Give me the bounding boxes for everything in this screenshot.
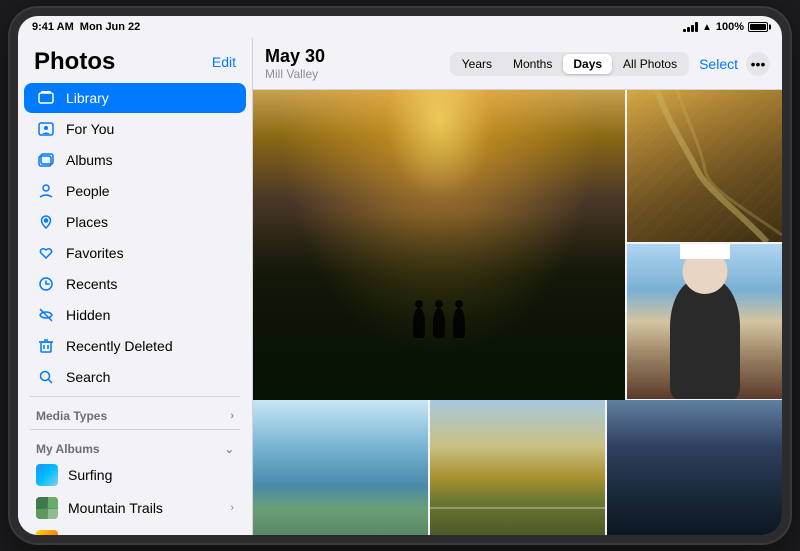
photo-road-cycling[interactable] xyxy=(430,400,605,535)
grid-location: Mill Valley xyxy=(265,67,325,81)
road-svg xyxy=(627,90,782,242)
divider xyxy=(30,396,240,397)
my-albums-chevron[interactable]: ⌄ xyxy=(225,443,234,456)
sidebar-item-recents[interactable]: Recents xyxy=(24,269,246,299)
sidebar: Photos Edit Library xyxy=(18,38,253,535)
sidebar-item-trip-mexico[interactable]: Trip to Mexico City xyxy=(24,525,246,535)
cyclist-1 xyxy=(413,308,425,338)
sidebar-item-recently-deleted[interactable]: Recently Deleted xyxy=(24,331,246,361)
for-you-icon xyxy=(36,119,56,139)
sidebar-item-for-you[interactable]: For You xyxy=(24,114,246,144)
media-types-label: Media Types xyxy=(36,409,107,423)
surfing-thumb xyxy=(36,464,58,486)
sidebar-item-surfing[interactable]: Surfing xyxy=(24,459,246,491)
photo-forest-road[interactable] xyxy=(253,90,625,400)
signal-icon xyxy=(683,22,698,32)
cyclists-overlay xyxy=(413,308,465,338)
cyclist-portrait xyxy=(670,279,740,399)
favorites-icon xyxy=(36,243,56,263)
battery-percent: 100% xyxy=(716,21,744,33)
select-button[interactable]: Select xyxy=(699,56,738,72)
grid-date: May 30 xyxy=(265,46,325,67)
content-area: May 30 Mill Valley Years Months Days All… xyxy=(253,38,782,535)
grid-title-area: May 30 Mill Valley xyxy=(265,46,325,81)
all-photos-button[interactable]: All Photos xyxy=(613,54,687,74)
mountain-chevron: › xyxy=(230,502,234,514)
places-icon xyxy=(36,212,56,232)
sidebar-item-mountain-trails[interactable]: Mountain Trails › xyxy=(24,492,246,524)
people-label: People xyxy=(66,183,234,199)
divider2 xyxy=(30,429,240,430)
main-content: Photos Edit Library xyxy=(18,38,782,535)
sidebar-item-people[interactable]: People xyxy=(24,176,246,206)
battery-icon xyxy=(748,22,768,32)
library-icon xyxy=(36,88,56,108)
favorites-label: Favorites xyxy=(66,245,234,261)
trash-icon xyxy=(36,336,56,356)
for-you-label: For You xyxy=(66,121,234,137)
status-bar-left: 9:41 AM Mon Jun 22 xyxy=(32,21,140,33)
library-label: Library xyxy=(66,90,234,106)
media-types-header[interactable]: Media Types › xyxy=(18,401,252,425)
albums-label: Albums xyxy=(66,152,234,168)
photo-right-col xyxy=(627,90,782,400)
search-icon xyxy=(36,367,56,387)
sidebar-scroll[interactable]: Library For You xyxy=(18,82,252,535)
photo-aerial-road[interactable] xyxy=(627,90,782,242)
mountain-thumb xyxy=(36,497,58,519)
grid-controls: Years Months Days All Photos Select ••• xyxy=(450,52,770,76)
media-types-chevron[interactable]: › xyxy=(230,410,234,422)
trip-mexico-label: Trip to Mexico City xyxy=(68,533,234,535)
grid-top-row xyxy=(253,90,782,400)
my-albums-header[interactable]: My Albums ⌄ xyxy=(18,434,252,458)
photo-coastal[interactable] xyxy=(253,400,428,535)
people-icon xyxy=(36,181,56,201)
grid-bottom-row xyxy=(253,400,782,535)
status-time: 9:41 AM xyxy=(32,21,74,33)
sidebar-item-search[interactable]: Search xyxy=(24,362,246,392)
mexico-thumb xyxy=(36,530,58,535)
sidebar-item-hidden[interactable]: Hidden xyxy=(24,300,246,330)
surfing-label: Surfing xyxy=(68,467,234,483)
photo-night-cycling[interactable] xyxy=(607,400,782,535)
wifi-icon: ▲ xyxy=(702,22,712,33)
cyclist-2 xyxy=(433,308,445,338)
hidden-label: Hidden xyxy=(66,307,234,323)
years-button[interactable]: Years xyxy=(452,54,502,74)
status-bar-right: ▲ 100% xyxy=(683,21,768,33)
mountain-trails-label: Mountain Trails xyxy=(68,500,220,516)
edit-button[interactable]: Edit xyxy=(212,54,236,70)
cyclist-3 xyxy=(453,308,465,338)
grid-header: May 30 Mill Valley Years Months Days All… xyxy=(253,38,782,90)
time-filter: Years Months Days All Photos xyxy=(450,52,689,76)
my-albums-label: My Albums xyxy=(36,442,100,456)
recents-icon xyxy=(36,274,56,294)
recently-deleted-label: Recently Deleted xyxy=(66,338,234,354)
search-label: Search xyxy=(66,369,234,385)
more-button[interactable]: ••• xyxy=(746,52,770,76)
places-label: Places xyxy=(66,214,234,230)
photo-cyclist-portrait[interactable] xyxy=(627,244,782,399)
photos-grid: June 8 Hacienda Heights ••• xyxy=(253,90,782,535)
months-button[interactable]: Months xyxy=(503,54,562,74)
hidden-icon xyxy=(36,305,56,325)
status-date: Mon Jun 22 xyxy=(80,21,141,33)
ipad-frame: 9:41 AM Mon Jun 22 ▲ 100% Photos Edit xyxy=(10,8,790,543)
days-button[interactable]: Days xyxy=(563,54,612,74)
status-bar: 9:41 AM Mon Jun 22 ▲ 100% xyxy=(18,16,782,38)
sidebar-item-places[interactable]: Places xyxy=(24,207,246,237)
sidebar-item-favorites[interactable]: Favorites xyxy=(24,238,246,268)
sidebar-item-albums[interactable]: Albums xyxy=(24,145,246,175)
app-title: Photos xyxy=(34,48,115,76)
recents-label: Recents xyxy=(66,276,234,292)
sidebar-item-library[interactable]: Library xyxy=(24,83,246,113)
albums-icon xyxy=(36,150,56,170)
sidebar-header: Photos Edit xyxy=(18,38,252,82)
